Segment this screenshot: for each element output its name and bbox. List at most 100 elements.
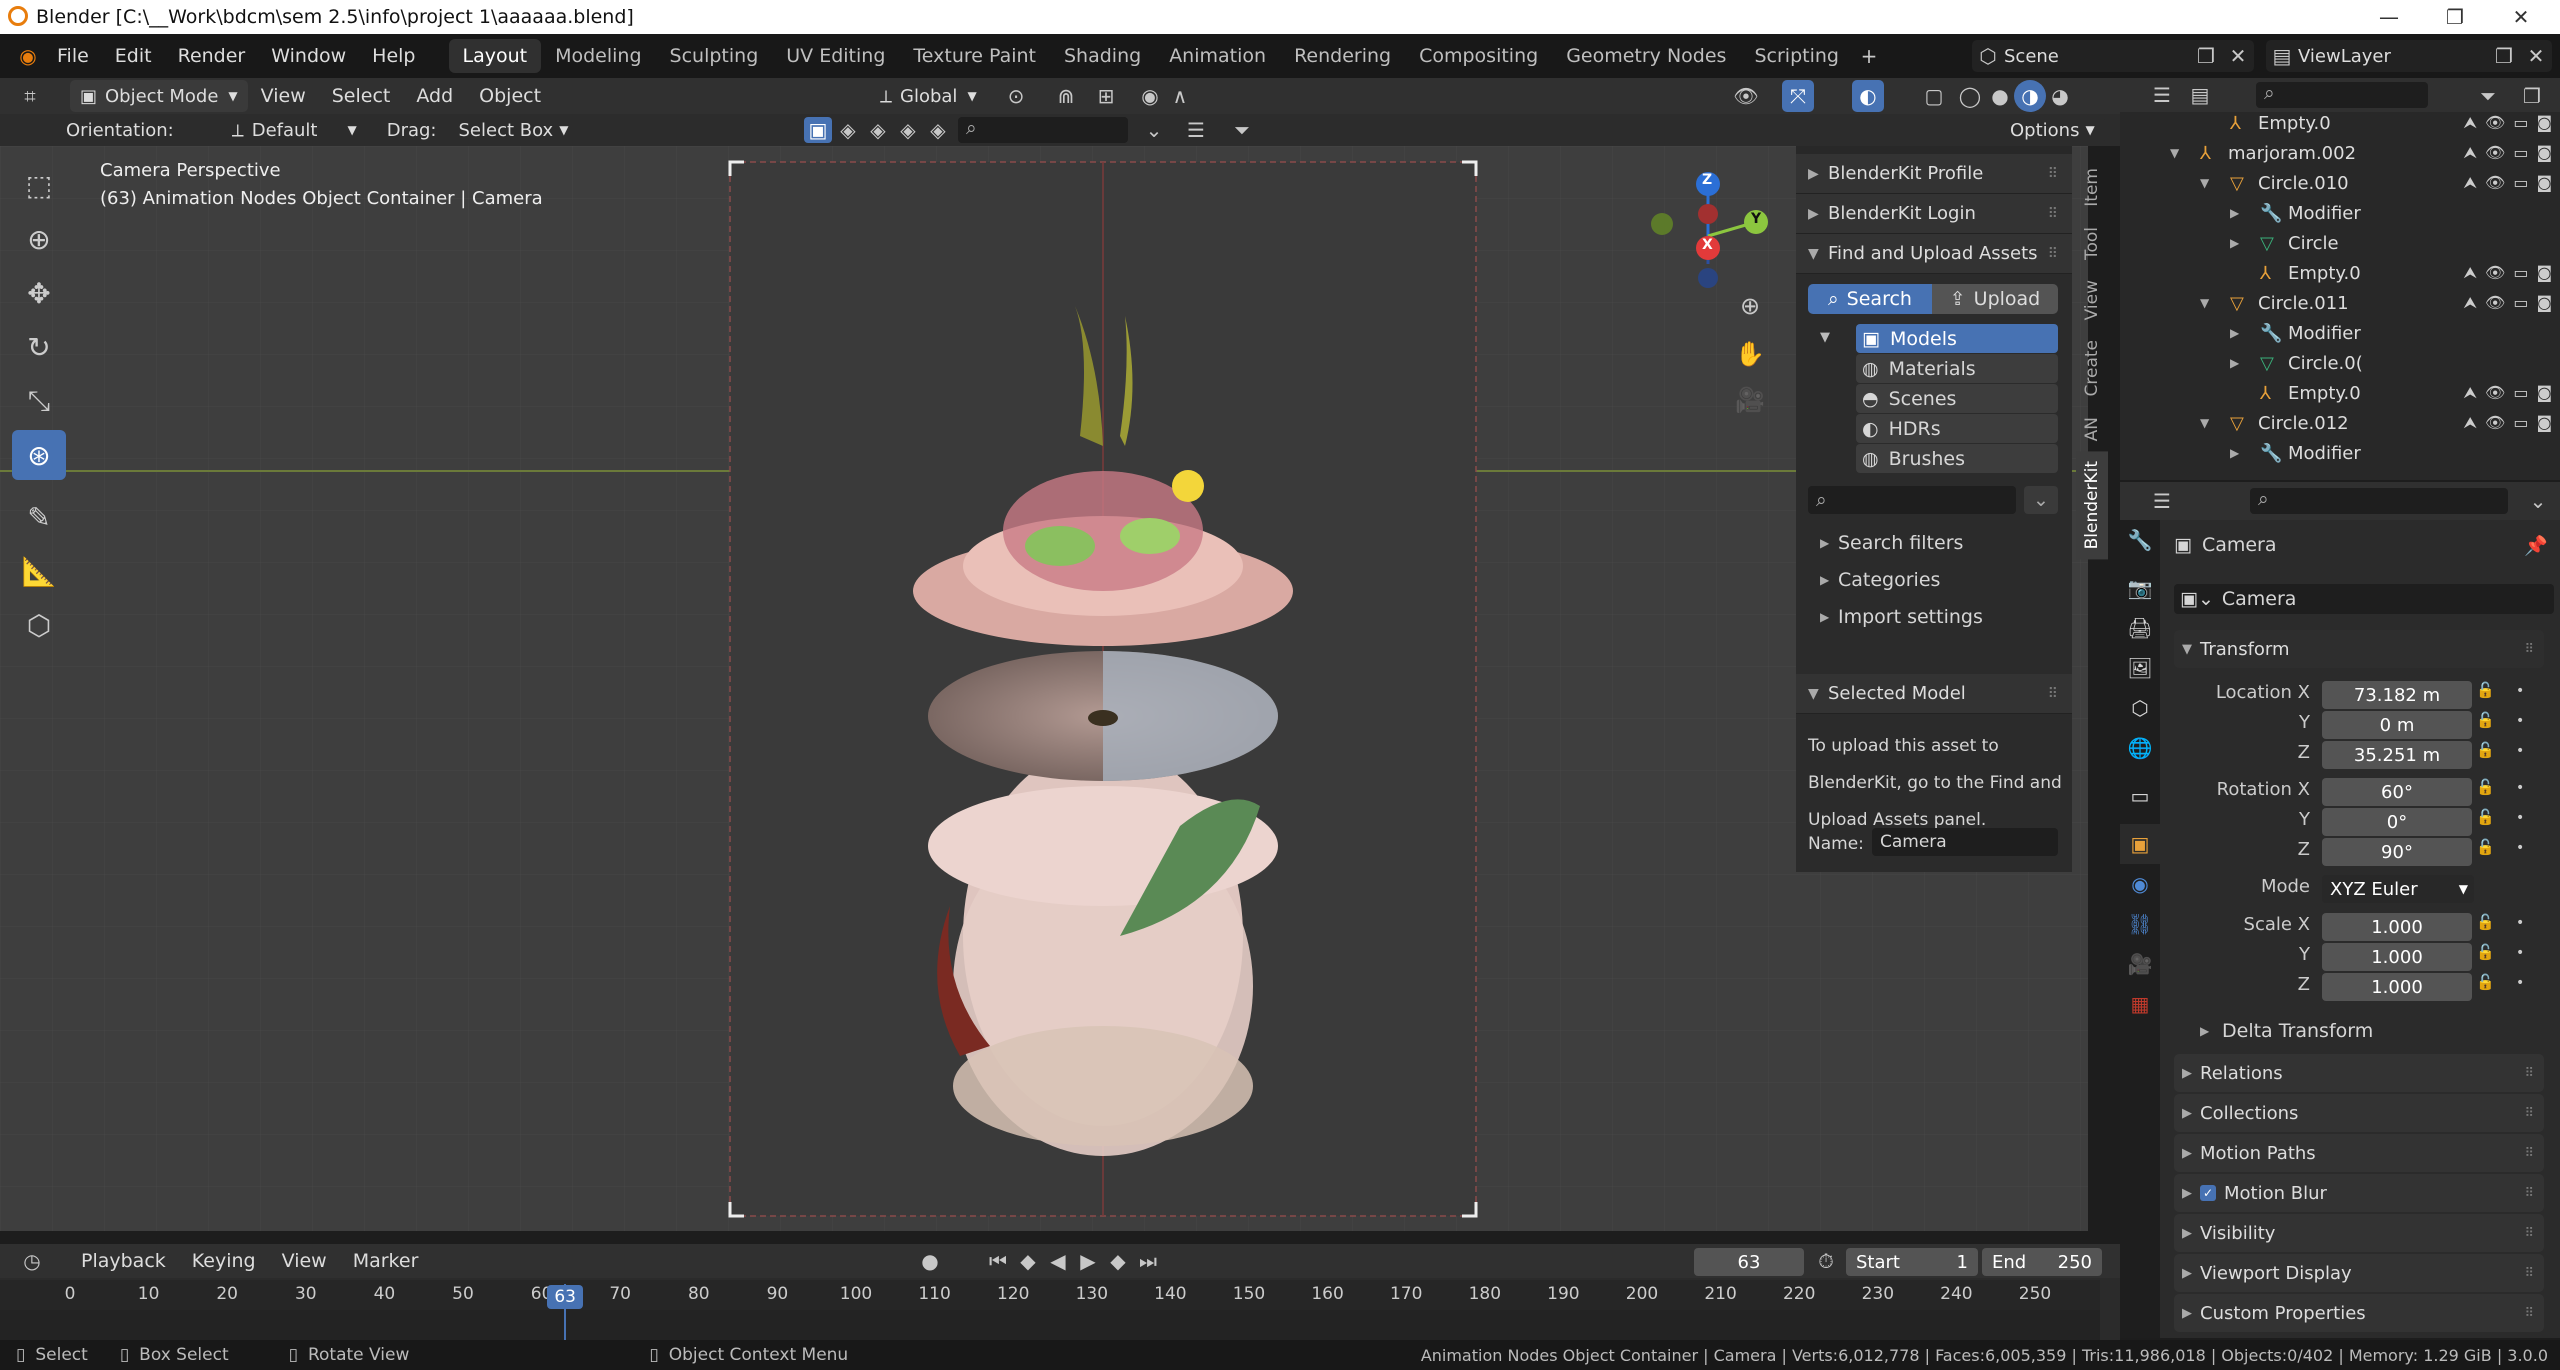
chevron-down-icon[interactable]: ▼ (2200, 416, 2209, 430)
monitor-icon[interactable]: ▭ (2513, 173, 2528, 193)
editor-type-icon[interactable]: ☰ (2146, 79, 2178, 111)
tab-uv-editing[interactable]: UV Editing (772, 39, 899, 73)
playhead-frame-label[interactable]: 63 (547, 1285, 584, 1309)
select-arrow-icon[interactable]: ⮝ (2463, 263, 2477, 283)
collection-tab-icon[interactable]: ▭ (2120, 776, 2160, 816)
select-arrow-icon[interactable]: ⮝ (2463, 173, 2477, 193)
lock-icon[interactable]: 🔓 (2476, 943, 2495, 961)
selected-model-header[interactable]: ▼ Selected Model ⠿ (1796, 674, 2072, 714)
select-arrow-icon[interactable]: ⮝ (2463, 413, 2477, 433)
blender-menu-icon[interactable]: ◉ (12, 40, 44, 72)
outliner-row[interactable]: ▶ ▽ Circle.0( (2120, 348, 2560, 378)
menu-add[interactable]: Add (403, 78, 466, 114)
next-keyframe-icon[interactable]: ◆ (1102, 1245, 1134, 1277)
menu-help[interactable]: Help (359, 34, 428, 78)
chevron-down-icon[interactable]: ▼ (2170, 146, 2179, 160)
menu-view[interactable]: View (269, 1244, 340, 1278)
section-collections[interactable]: ▶ Collections ⠿ (2174, 1094, 2544, 1132)
view-layer-selector[interactable]: ▤ ViewLayer ❐ ✕ (2266, 40, 2552, 72)
menu-select[interactable]: Select (319, 78, 404, 114)
outliner-search-input[interactable]: ⌕ (2256, 82, 2428, 108)
select-mode-invert-icon[interactable]: ◈ (894, 117, 922, 143)
monitor-icon[interactable]: ▭ (2513, 413, 2528, 433)
upload-tab-button[interactable]: ⇪ Upload (1932, 284, 2058, 314)
outliner-row[interactable]: ▼ ▽ Circle.010 ⮝ 👁 ▭ ◙ (2120, 168, 2560, 198)
chevron-right-icon[interactable]: ▶ (2230, 356, 2239, 370)
jump-end-icon[interactable]: ⏭ (1132, 1245, 1164, 1277)
navigation-gizmo[interactable]: Z Y X (1640, 166, 1780, 296)
wireframe-shading-icon[interactable]: ◯ (1954, 80, 1986, 112)
lock-icon[interactable]: 🔓 (2476, 913, 2495, 931)
outliner-row[interactable]: ▼ ▽ Circle.011 ⮝ 👁 ▭ ◙ (2120, 288, 2560, 318)
clock-icon[interactable]: ◷ (16, 1245, 48, 1277)
xray-icon[interactable]: ▢ (1918, 80, 1950, 112)
grip-icon[interactable]: ⠿ (2048, 686, 2058, 702)
menu-edit[interactable]: Edit (102, 34, 165, 78)
asset-type-models[interactable]: ▣ Models (1856, 324, 2058, 353)
lock-icon[interactable]: 🔓 (2476, 778, 2495, 796)
texture-tab-icon[interactable]: ▦ (2120, 984, 2160, 1024)
outliner-row[interactable]: ▶ 🔧 Modifier (2120, 318, 2560, 348)
list-view-icon[interactable]: ☰ (1180, 114, 1212, 146)
keyframe-dot-icon[interactable]: • (2516, 810, 2524, 826)
maximize-icon[interactable]: ❐ (2422, 0, 2488, 34)
prev-keyframe-icon[interactable]: ◆ (1012, 1245, 1044, 1277)
rotation-z-field[interactable]: 90° (2322, 838, 2472, 866)
chevron-right-icon[interactable]: ▶ (2230, 446, 2239, 460)
keyframe-dot-icon[interactable]: • (2516, 743, 2524, 759)
outliner-row[interactable]: ▼ ⅄ marjoram.002 ⮝ 👁 ▭ ◙ (2120, 138, 2560, 168)
measure-tool-icon[interactable]: 📐 (12, 546, 66, 596)
menu-file[interactable]: File (44, 34, 102, 78)
section-relations[interactable]: ▶ Relations ⠿ (2174, 1054, 2544, 1092)
menu-playback[interactable]: Playback (68, 1244, 179, 1278)
section-visibility[interactable]: ▶ Visibility ⠿ (2174, 1214, 2544, 1252)
outliner-row[interactable]: ▶ 🔧 Modifier (2120, 438, 2560, 468)
camera-icon[interactable]: ◙ (2536, 413, 2552, 433)
tab-shading[interactable]: Shading (1050, 39, 1155, 73)
keyframe-dot-icon[interactable]: • (2516, 840, 2524, 856)
tab-blenderkit[interactable]: BlenderKit (2076, 450, 2108, 560)
camera-icon[interactable]: ◙ (2536, 293, 2552, 313)
visibility-icon[interactable]: 👁 (1730, 80, 1762, 112)
blenderkit-login-header[interactable]: ▶ BlenderKit Login ⠿ (1796, 194, 2072, 234)
object-datablock-field[interactable]: ▣⌄ Camera (2174, 584, 2554, 614)
chevron-right-icon[interactable]: ▶ (2230, 206, 2239, 220)
pivot-icon[interactable]: ⊙ (1000, 80, 1032, 112)
tab-animation[interactable]: Animation (1155, 39, 1280, 73)
eye-icon[interactable]: 👁 (2485, 173, 2505, 193)
categories-toggle[interactable]: ▶ Categories (1820, 565, 1940, 595)
lock-icon[interactable]: 🔓 (2476, 838, 2495, 856)
viewport-search-input[interactable]: ⌕ (958, 117, 1128, 143)
chevron-down-icon[interactable]: ⌄ (1138, 114, 1170, 146)
chevron-down-icon[interactable]: ▼ (2200, 176, 2209, 190)
search-filters-toggle[interactable]: ▶ Search filters (1820, 528, 1963, 558)
close-icon[interactable]: ✕ (2222, 40, 2254, 72)
scale-y-field[interactable]: 1.000 (2322, 943, 2472, 971)
close-icon[interactable]: ✕ (2520, 40, 2552, 72)
object-tab-icon[interactable]: ▣ (2120, 824, 2160, 864)
keyframe-dot-icon[interactable]: • (2516, 915, 2524, 931)
tool-tab-icon[interactable]: 🔧 (2120, 520, 2160, 560)
start-frame-field[interactable]: Start 1 (1846, 1248, 1978, 1276)
solid-shading-icon[interactable]: ● (1984, 80, 2016, 112)
menu-window[interactable]: Window (258, 34, 359, 78)
chevron-right-icon[interactable]: ▶ (2230, 326, 2239, 340)
gizmo-toggle-icon[interactable]: ⤧ (1782, 80, 1814, 112)
zoom-icon[interactable]: ⊕ (1734, 290, 1766, 322)
transform-orientation[interactable]: ⟂ Global ▼ (870, 80, 987, 112)
grip-icon[interactable]: ⠿ (2524, 1266, 2534, 1281)
section-motion-paths[interactable]: ▶ Motion Paths ⠿ (2174, 1134, 2544, 1172)
copy-icon[interactable]: ❐ (2190, 40, 2222, 72)
scale-tool-icon[interactable]: ⤡ (12, 376, 66, 426)
delta-transform-toggle[interactable]: ▶ Delta Transform (2200, 1016, 2373, 1046)
editor-type-icon[interactable]: ☰ (2146, 485, 2178, 517)
find-upload-header[interactable]: ▼ Find and Upload Assets ⠿ (1796, 234, 2072, 274)
section-custom-properties[interactable]: ▶ Custom Properties ⠿ (2174, 1294, 2544, 1332)
grip-icon[interactable]: ⠿ (2524, 1146, 2534, 1161)
lock-icon[interactable]: 🔓 (2476, 711, 2495, 729)
eye-icon[interactable]: 👁 (2485, 383, 2505, 403)
grip-icon[interactable]: ⠿ (2524, 1106, 2534, 1121)
camera-icon[interactable]: ◙ (2536, 383, 2552, 403)
import-settings-toggle[interactable]: ▶ Import settings (1820, 602, 1983, 632)
outliner-row[interactable]: ▼ ▽ Circle.012 ⮝ 👁 ▭ ◙ (2120, 408, 2560, 438)
